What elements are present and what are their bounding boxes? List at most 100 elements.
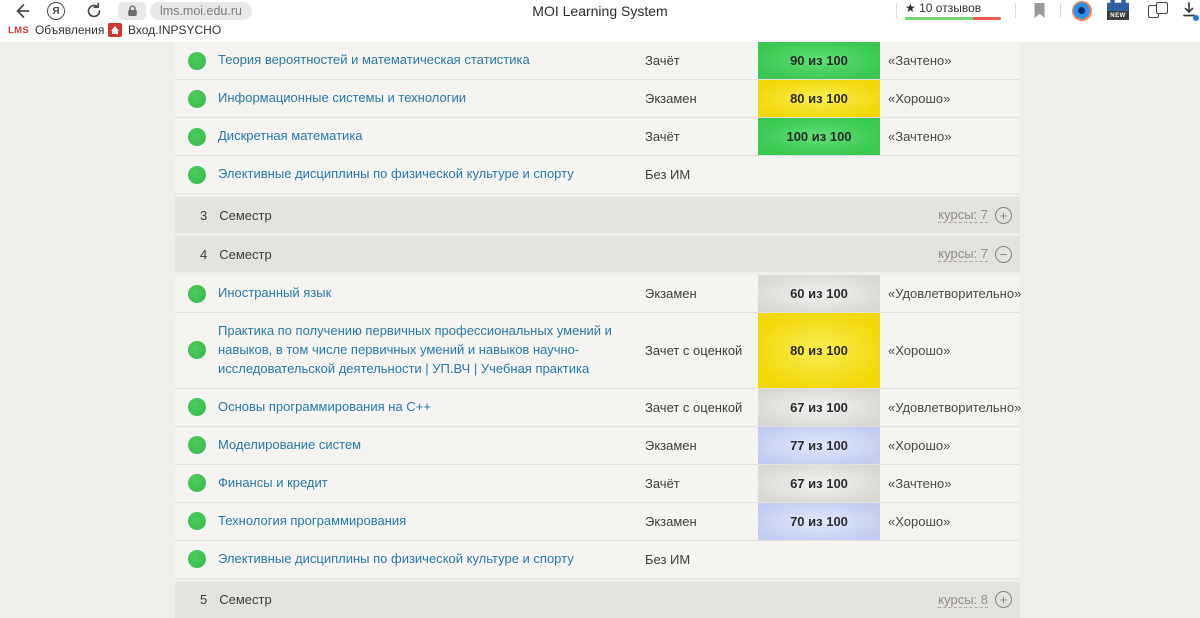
semester-row[interactable]: 3 Семестр курсы: 7 + [175, 197, 1020, 233]
grade-text: «Хорошо» [880, 514, 1020, 529]
exam-type: Экзамен [645, 438, 758, 453]
page-title: MOI Learning System [0, 3, 1200, 19]
course-link[interactable]: Финансы и кредит [218, 465, 645, 502]
status-dot-icon [188, 512, 206, 530]
star-icon: ★ [905, 1, 916, 15]
course-link[interactable]: Основы программирования на C++ [218, 389, 645, 426]
rating-bar [905, 17, 1001, 20]
exam-type: Экзамен [645, 91, 758, 106]
toolbar-divider [896, 3, 897, 18]
toggle-icon[interactable]: − [995, 246, 1012, 263]
grades-table: Теория вероятностей и математическая ста… [175, 42, 1020, 618]
course-link[interactable]: Информационные системы и технологии [218, 80, 645, 117]
table-row: Элективные дисциплины по физической куль… [175, 541, 1020, 579]
bookmarks-bar: LMS Объявления Вход.INPSYCHO [0, 22, 1200, 42]
bookmark-item-announcements[interactable]: LMS Объявления [8, 23, 104, 37]
course-link[interactable]: Иностранный язык [218, 275, 645, 312]
toolbar-divider [1015, 3, 1016, 18]
exam-type: Зачёт [645, 476, 758, 491]
status-cell [175, 128, 218, 146]
table-row: Элективные дисциплины по физической куль… [175, 156, 1020, 194]
score-badge: 60 из 100 [758, 275, 880, 312]
course-link[interactable]: Элективные дисциплины по физической куль… [218, 541, 645, 578]
institution-favicon [108, 23, 122, 37]
grade-text: «Удовлетворительно» [880, 400, 1021, 415]
exam-type: Без ИМ [645, 167, 758, 182]
table-row: Дискретная математика Зачёт 100 из 100 «… [175, 118, 1020, 156]
toolbar-divider [1060, 3, 1061, 18]
course-link[interactable]: Элективные дисциплины по физической куль… [218, 156, 645, 193]
semester-row[interactable]: 4 Семестр курсы: 7 − [175, 236, 1020, 272]
lms-favicon: LMS [8, 25, 29, 36]
status-dot-icon [188, 398, 206, 416]
status-cell [175, 550, 218, 568]
status-cell [175, 512, 218, 530]
score-badge: 67 из 100 [758, 465, 880, 502]
bookmark-label: Вход.INPSYCHO [128, 23, 221, 37]
status-cell [175, 285, 218, 303]
status-cell [175, 474, 218, 492]
course-link[interactable]: Дискретная математика [218, 118, 645, 155]
status-dot-icon [188, 341, 206, 359]
bookmark-item-login[interactable]: Вход.INPSYCHO [108, 23, 221, 37]
score-badge: 70 из 100 [758, 503, 880, 540]
score-badge [758, 541, 880, 578]
table-row: Технология программирования Экзамен 70 и… [175, 503, 1020, 541]
courses-count-link[interactable]: курсы: 7 [938, 207, 988, 223]
score-badge: 80 из 100 [758, 313, 880, 388]
bookmark-label: Объявления [35, 23, 104, 37]
table-row: Основы программирования на C++ Зачет с о… [175, 389, 1020, 427]
status-dot-icon [188, 128, 206, 146]
course-link[interactable]: Практика по получению первичных професси… [218, 313, 645, 388]
score-badge: 67 из 100 [758, 389, 880, 426]
table-row: Финансы и кредит Зачёт 67 из 100 «Зачтен… [175, 465, 1020, 503]
exam-type: Без ИМ [645, 552, 758, 567]
panel-box-icon [1156, 2, 1168, 14]
semester-label: Семестр [219, 208, 271, 223]
exam-type: Экзамен [645, 286, 758, 301]
extension-lens-icon[interactable] [1072, 1, 1092, 21]
grade-text: «Хорошо» [880, 438, 1020, 453]
course-link[interactable]: Технология программирования [218, 503, 645, 540]
extension-new-icon[interactable]: NEW [1107, 0, 1129, 21]
exam-type: Зачёт [645, 129, 758, 144]
grade-text: «Зачтено» [880, 476, 1020, 491]
semester-number: 3 [200, 208, 207, 223]
castle-icon [1107, 0, 1129, 11]
exam-type: Зачёт [645, 53, 758, 68]
status-cell [175, 341, 218, 359]
status-dot-icon [188, 550, 206, 568]
grade-text: «Хорошо» [880, 91, 1020, 106]
bookmark-flag-icon[interactable] [1033, 2, 1046, 19]
status-cell [175, 90, 218, 108]
browser-chrome: Я lms.moi.edu.ru MOI Learning System ★ 1… [0, 0, 1200, 42]
status-cell [175, 166, 218, 184]
status-dot-icon [188, 436, 206, 454]
score-badge: 77 из 100 [758, 427, 880, 464]
page-content: Теория вероятностей и математическая ста… [0, 42, 1200, 600]
reviews-widget[interactable]: ★ 10 отзывов [905, 1, 1001, 20]
status-cell [175, 398, 218, 416]
exam-type: Зачет с оценкой [645, 400, 758, 415]
course-link[interactable]: Моделирование систем [218, 427, 645, 464]
toggle-icon[interactable]: + [995, 207, 1012, 224]
grade-text: «Зачтено» [880, 129, 1020, 144]
table-row: Иностранный язык Экзамен 60 из 100 «Удов… [175, 275, 1020, 313]
exam-type: Экзамен [645, 514, 758, 529]
download-icon[interactable] [1182, 2, 1198, 20]
status-dot-icon [188, 166, 206, 184]
courses-count-link[interactable]: курсы: 7 [938, 246, 988, 262]
status-dot-icon [188, 285, 206, 303]
grade-text: «Удовлетворительно» [880, 286, 1021, 301]
semester-number: 4 [200, 247, 207, 262]
download-notification-dot [1193, 15, 1199, 21]
table-row: Моделирование систем Экзамен 77 из 100 «… [175, 427, 1020, 465]
table-row: Теория вероятностей и математическая ста… [175, 42, 1020, 80]
course-link[interactable]: Теория вероятностей и математическая ста… [218, 42, 645, 79]
status-cell [175, 436, 218, 454]
grade-text: «Зачтено» [880, 53, 1020, 68]
score-badge: 80 из 100 [758, 80, 880, 117]
side-panel-icon[interactable] [1148, 2, 1170, 19]
score-badge: 100 из 100 [758, 118, 880, 155]
status-dot-icon [188, 52, 206, 70]
